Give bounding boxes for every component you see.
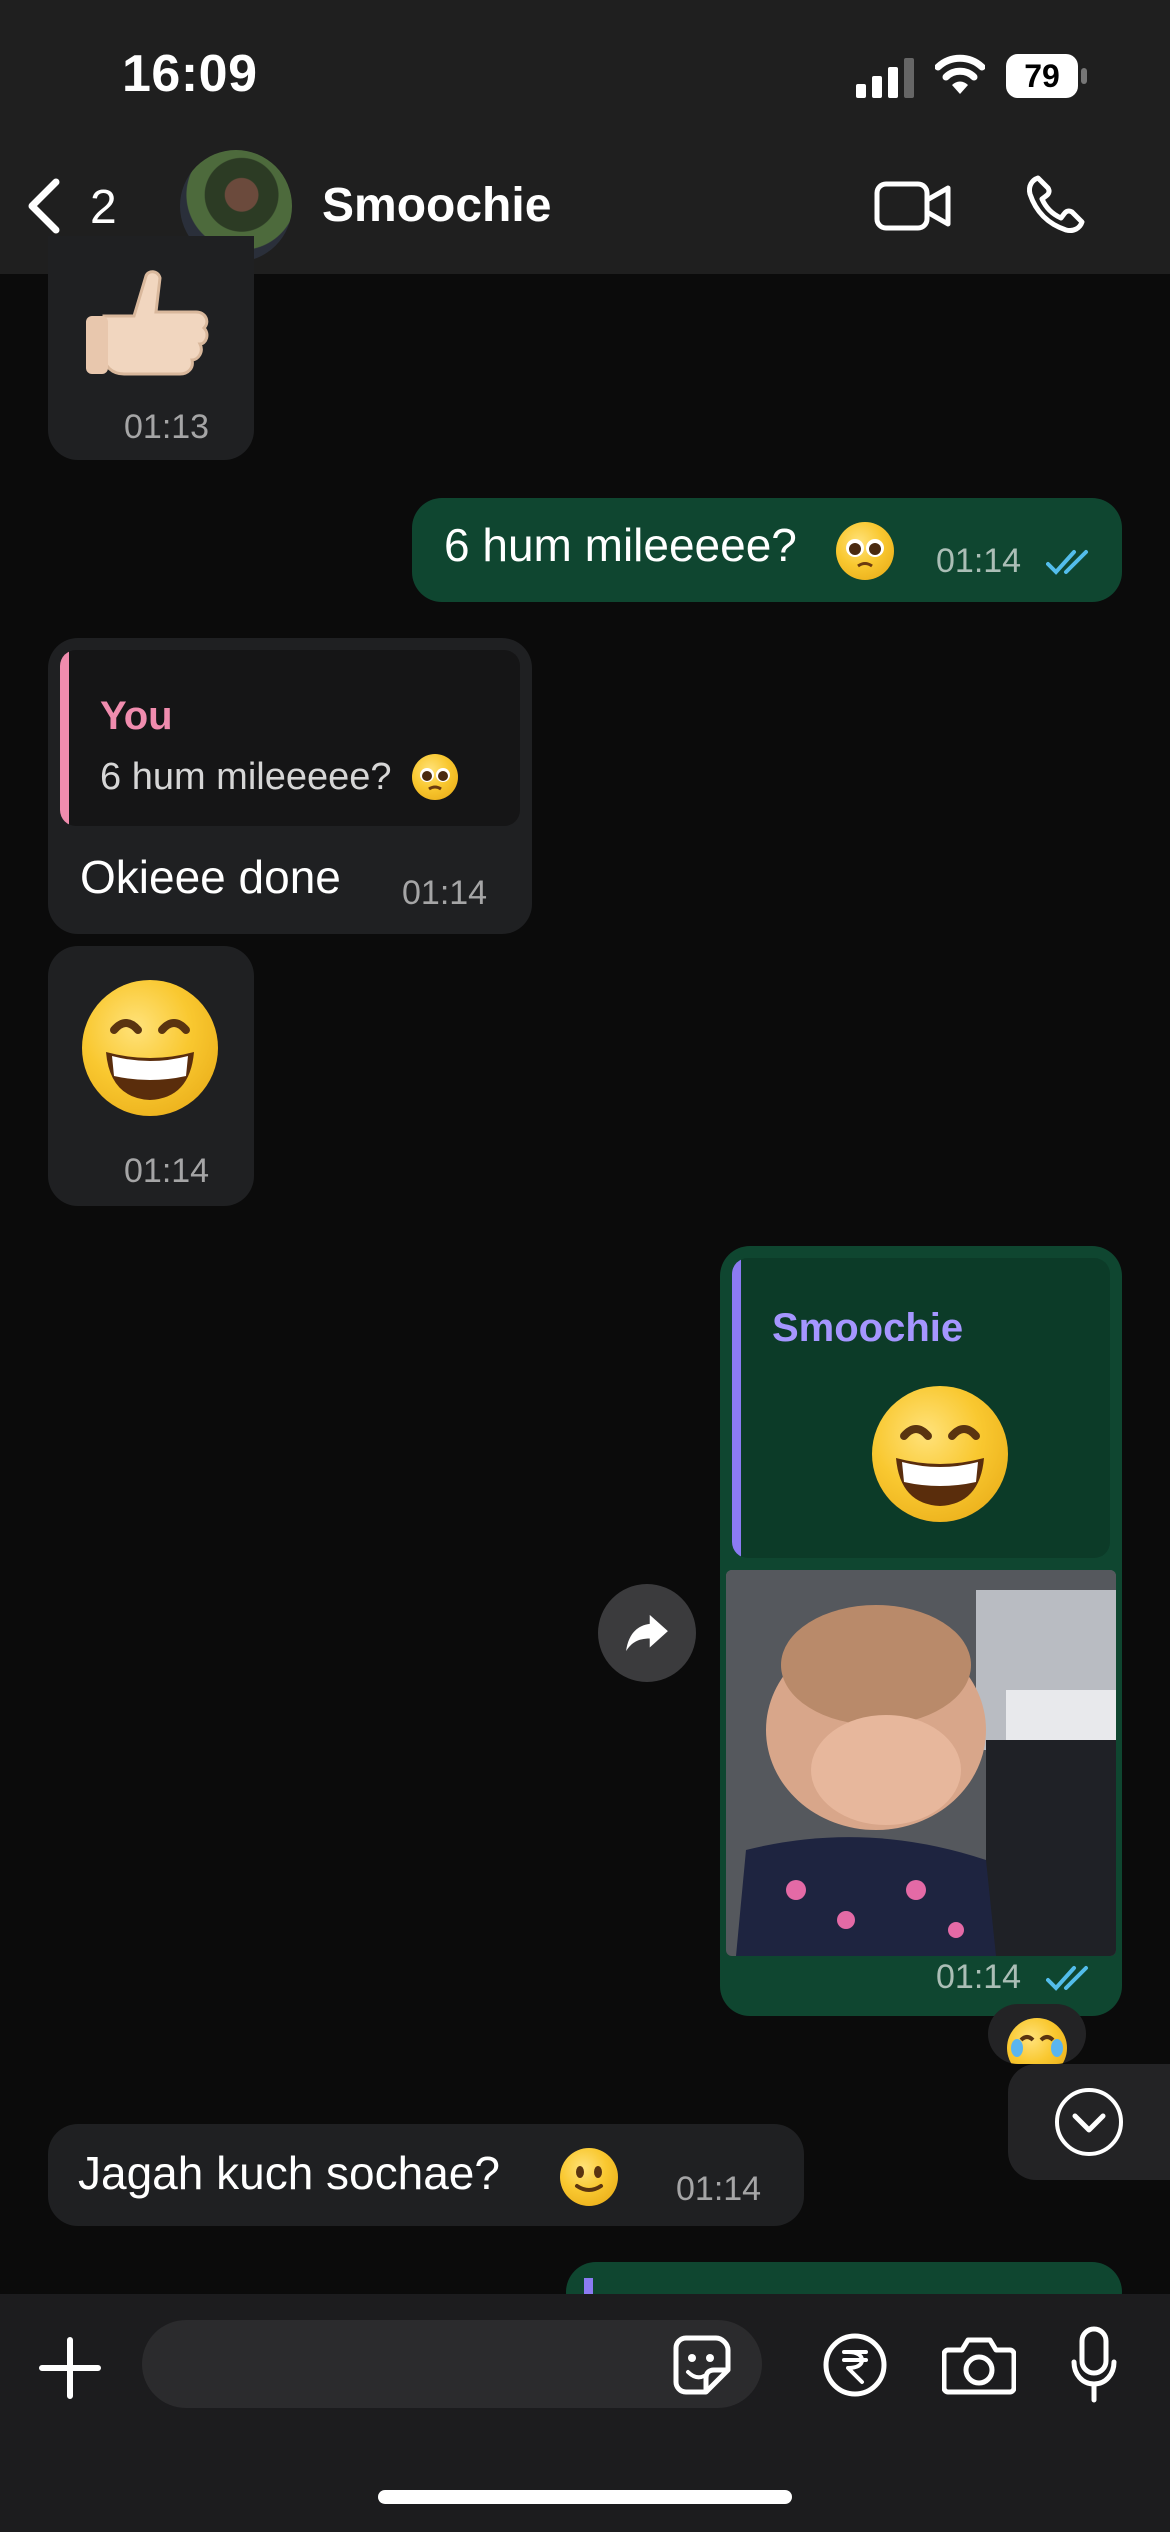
read-receipt-icon [1046, 1966, 1088, 1991]
slightly-smiling-face-emoji-icon [560, 2148, 618, 2206]
wifi-icon [935, 54, 985, 94]
incoming-reply-message[interactable]: You 6 hum mileeeee? Okieee done 01:14 [48, 638, 532, 934]
battery-tip [1081, 68, 1087, 84]
battery-indicator: 79 [1006, 54, 1088, 98]
message-time: 01:14 [124, 1152, 210, 1190]
battery-level: 79 [1006, 54, 1078, 98]
chat-header [0, 0, 1170, 274]
back-chevron-icon[interactable] [24, 176, 64, 236]
baby-photo-illustration [726, 1570, 1116, 1956]
camera-icon[interactable] [942, 2334, 1016, 2396]
message-time: 01:14 [936, 1958, 1022, 1996]
plus-icon[interactable] [38, 2336, 102, 2400]
message-time: 01:14 [676, 2170, 762, 2208]
video-thumbnail[interactable] [726, 1570, 1116, 1956]
read-receipt-icon [1046, 550, 1088, 575]
quote-text: 6 hum mileeeee? [100, 756, 392, 798]
sticker-icon[interactable] [668, 2332, 734, 2398]
rupee-payment-icon[interactable] [822, 2332, 888, 2398]
quote-author: Smoochie [772, 1306, 964, 1350]
video-call-icon[interactable] [874, 178, 952, 234]
outgoing-message[interactable]: 6 hum mileeeee? 01:14 [412, 498, 1122, 602]
message-text: Okieee done [80, 851, 341, 903]
quoted-message[interactable]: You 6 hum mileeeee? [60, 650, 520, 826]
home-indicator [378, 2490, 792, 2504]
quote-author: You [100, 694, 173, 738]
message-text: 6 hum mileeeee? [444, 519, 797, 571]
incoming-emoji-message[interactable]: 01:14 [48, 946, 254, 1206]
message-text: Jagah kuch sochae? [78, 2147, 500, 2199]
quote-accent-bar [60, 650, 69, 826]
message-time: 01:14 [936, 542, 1022, 580]
status-time: 16:09 [122, 45, 258, 103]
quote-accent-bar [732, 1258, 741, 1558]
incoming-message[interactable]: 01:13 [48, 236, 254, 460]
quoted-message[interactable]: Smoochie [732, 1258, 1110, 1558]
chevron-down-circle-icon [1055, 2088, 1123, 2156]
forward-button[interactable] [598, 1584, 696, 1682]
tears-of-joy-emoji-icon [1007, 2018, 1067, 2064]
incoming-message[interactable]: Jagah kuch sochae? 01:14 [48, 2124, 804, 2226]
thumbs-up-emoji-icon [86, 270, 209, 376]
grinning-face-emoji-icon [872, 1386, 1008, 1522]
scroll-to-bottom-button[interactable] [1008, 2064, 1170, 2180]
message-time: 01:14 [402, 874, 488, 912]
pleading-face-emoji-icon [412, 754, 458, 800]
microphone-icon[interactable] [1070, 2326, 1118, 2404]
grinning-face-emoji-icon [82, 980, 218, 1116]
contact-name[interactable]: Smoochie [322, 178, 551, 233]
message-time: 01:13 [124, 408, 210, 446]
message-reaction[interactable] [988, 2004, 1086, 2064]
forward-icon [626, 1614, 668, 1652]
pleading-face-emoji-icon [836, 522, 894, 580]
signal-icon [856, 58, 914, 98]
voice-call-icon[interactable] [1024, 174, 1086, 236]
unread-chats-count[interactable]: 2 [90, 180, 117, 235]
